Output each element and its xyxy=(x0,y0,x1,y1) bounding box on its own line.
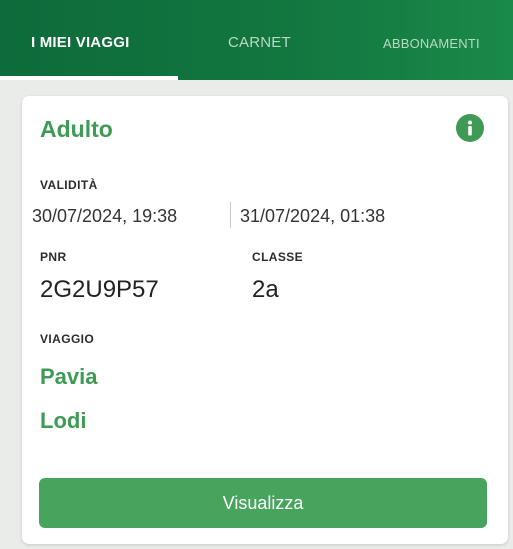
active-tab-indicator xyxy=(0,76,178,80)
trip-label: VIAGGIO xyxy=(40,332,95,346)
tab-my-trips[interactable]: I MIEI VIAGGI xyxy=(31,34,129,51)
origin-station: Pavia xyxy=(40,364,98,389)
validity-separator xyxy=(230,202,231,228)
pnr-value: 2G2U9P57 xyxy=(40,276,159,303)
valid-from: 30/07/2024, 19:38 xyxy=(32,206,178,226)
pnr-label: PNR xyxy=(40,250,67,264)
tab-subscriptions[interactable]: ABBONAMENTI xyxy=(383,36,480,51)
destination-station: Lodi xyxy=(40,408,87,433)
class-label: CLASSE xyxy=(252,250,304,264)
view-ticket-button[interactable]: Visualizza xyxy=(39,478,487,528)
valid-to: 31/07/2024, 01:38 xyxy=(240,206,386,226)
info-icon[interactable] xyxy=(456,114,484,142)
passenger-type: Adulto xyxy=(40,116,113,142)
ticket-card: Adulto VALIDITÀ 30/07/2024, 19:38 31/07/… xyxy=(22,96,508,544)
validity-label: VALIDITÀ xyxy=(40,178,98,192)
tab-carnet[interactable]: CARNET xyxy=(228,34,291,51)
tab-bar: I MIEI VIAGGI CARNET ABBONAMENTI xyxy=(0,0,513,80)
class-value: 2a xyxy=(252,276,279,303)
